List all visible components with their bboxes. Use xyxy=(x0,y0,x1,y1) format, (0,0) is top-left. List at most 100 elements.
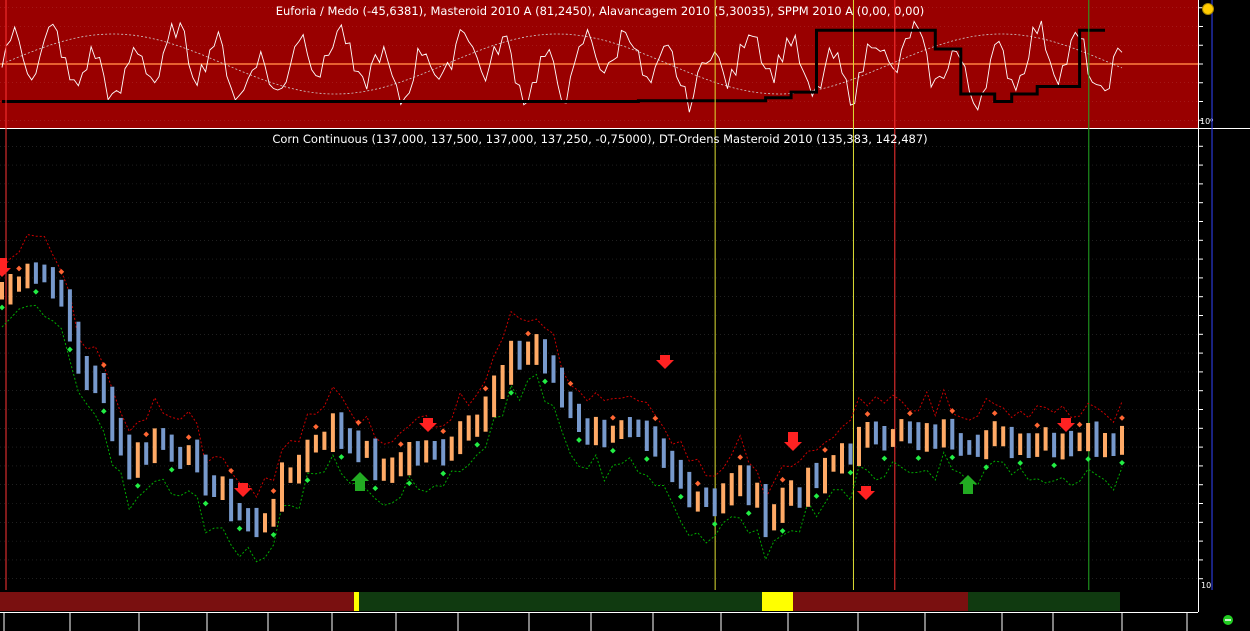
resistance-dot xyxy=(652,415,659,422)
price-bar xyxy=(415,441,420,466)
main-axis-multiplier: 10 xyxy=(1201,581,1211,590)
price-bar xyxy=(59,279,64,307)
close-button[interactable] xyxy=(1202,3,1214,15)
price-bar xyxy=(1026,433,1031,458)
price-bar xyxy=(619,420,624,439)
price-bar xyxy=(763,484,768,538)
price-bar xyxy=(220,476,225,500)
price-bar xyxy=(1077,432,1082,452)
support-dot xyxy=(33,288,39,295)
trend-switch-marker xyxy=(354,592,359,611)
support-dot xyxy=(372,485,379,492)
price-bar xyxy=(449,436,454,461)
support-dot xyxy=(779,528,786,534)
trend-segment xyxy=(358,592,762,611)
price-bar xyxy=(441,439,446,466)
price-bar xyxy=(1103,433,1107,458)
price-bar xyxy=(857,426,861,467)
price-bar xyxy=(1094,421,1099,457)
support-dot xyxy=(338,454,345,460)
chart-canvas: Euforia / Medo (-45,6381), Masteroid 201… xyxy=(0,0,1250,631)
resistance-dot xyxy=(694,480,701,487)
price-bar xyxy=(924,423,929,452)
price-bar xyxy=(347,428,352,454)
price-bar xyxy=(322,431,327,450)
support-dot xyxy=(406,480,413,487)
price-bar xyxy=(475,414,480,437)
price-bar xyxy=(330,413,335,452)
support-dot xyxy=(508,389,514,396)
price-bar xyxy=(373,438,378,481)
price-bar xyxy=(568,391,573,419)
resistance-dot xyxy=(355,419,362,426)
price-bar xyxy=(933,424,938,449)
price-bar xyxy=(76,321,81,374)
support-dot xyxy=(168,466,175,473)
support-dot xyxy=(1119,459,1125,466)
price-bar xyxy=(246,508,251,532)
sell-arrow-icon xyxy=(419,418,437,432)
price-bar xyxy=(823,457,827,494)
price-bar xyxy=(483,396,488,432)
price-bar xyxy=(941,419,946,448)
sell-arrow-icon xyxy=(656,355,674,369)
price-bar xyxy=(848,443,853,465)
price-bar xyxy=(144,442,149,465)
price-bar xyxy=(500,365,505,399)
price-bar xyxy=(135,442,140,478)
support-dot xyxy=(745,510,752,517)
price-bar xyxy=(305,439,310,473)
close-icon xyxy=(1202,3,1214,15)
price-bar xyxy=(161,428,166,450)
resistance-dot xyxy=(610,414,616,421)
price-bar xyxy=(526,341,531,365)
support-dot xyxy=(847,469,854,476)
price-bar xyxy=(950,418,955,450)
price-bar xyxy=(695,491,700,512)
price-bar xyxy=(958,433,963,456)
price-bar xyxy=(17,276,21,292)
price-bar xyxy=(212,475,217,497)
price-bar xyxy=(390,457,395,483)
support-dot xyxy=(881,455,888,462)
price-bar xyxy=(704,487,709,507)
scroll-right-button[interactable] xyxy=(1223,615,1233,625)
resistance-dot xyxy=(567,380,574,387)
resistance-dot xyxy=(185,434,192,441)
price-bar xyxy=(229,478,234,522)
price-bar xyxy=(169,434,174,462)
support-dot xyxy=(1051,462,1057,469)
price-bar xyxy=(687,471,692,508)
price-bar xyxy=(907,421,912,444)
trend-segment xyxy=(793,592,968,611)
price-bar xyxy=(110,386,115,442)
trend-segment xyxy=(0,592,354,611)
resistance-dot xyxy=(270,488,277,494)
support-dot xyxy=(610,447,616,454)
resistance-dot xyxy=(1076,421,1083,428)
price-bar xyxy=(636,419,641,437)
price-bar xyxy=(67,289,72,342)
price-bar xyxy=(992,421,997,447)
resistance-dot xyxy=(313,423,319,430)
price-bar xyxy=(237,503,242,521)
price-bar xyxy=(865,422,870,448)
price-bar xyxy=(729,473,734,506)
support-dot xyxy=(0,304,5,311)
price-bar xyxy=(627,417,632,438)
sell-arrow-icon xyxy=(1057,418,1075,432)
price-bar xyxy=(84,356,89,391)
price-bar xyxy=(806,467,811,507)
price-bar xyxy=(509,340,514,385)
price-bar xyxy=(381,458,386,481)
price-bar xyxy=(1111,433,1116,456)
resistance-dot xyxy=(737,454,744,461)
price-bar xyxy=(916,422,921,451)
price-bar xyxy=(280,462,284,512)
x-axis-bg xyxy=(0,612,1250,631)
price-bar xyxy=(577,403,581,432)
resistance-dot xyxy=(525,330,531,337)
price-bar xyxy=(364,440,369,458)
top-axis-bg xyxy=(1198,0,1250,128)
price-bar xyxy=(186,445,191,465)
